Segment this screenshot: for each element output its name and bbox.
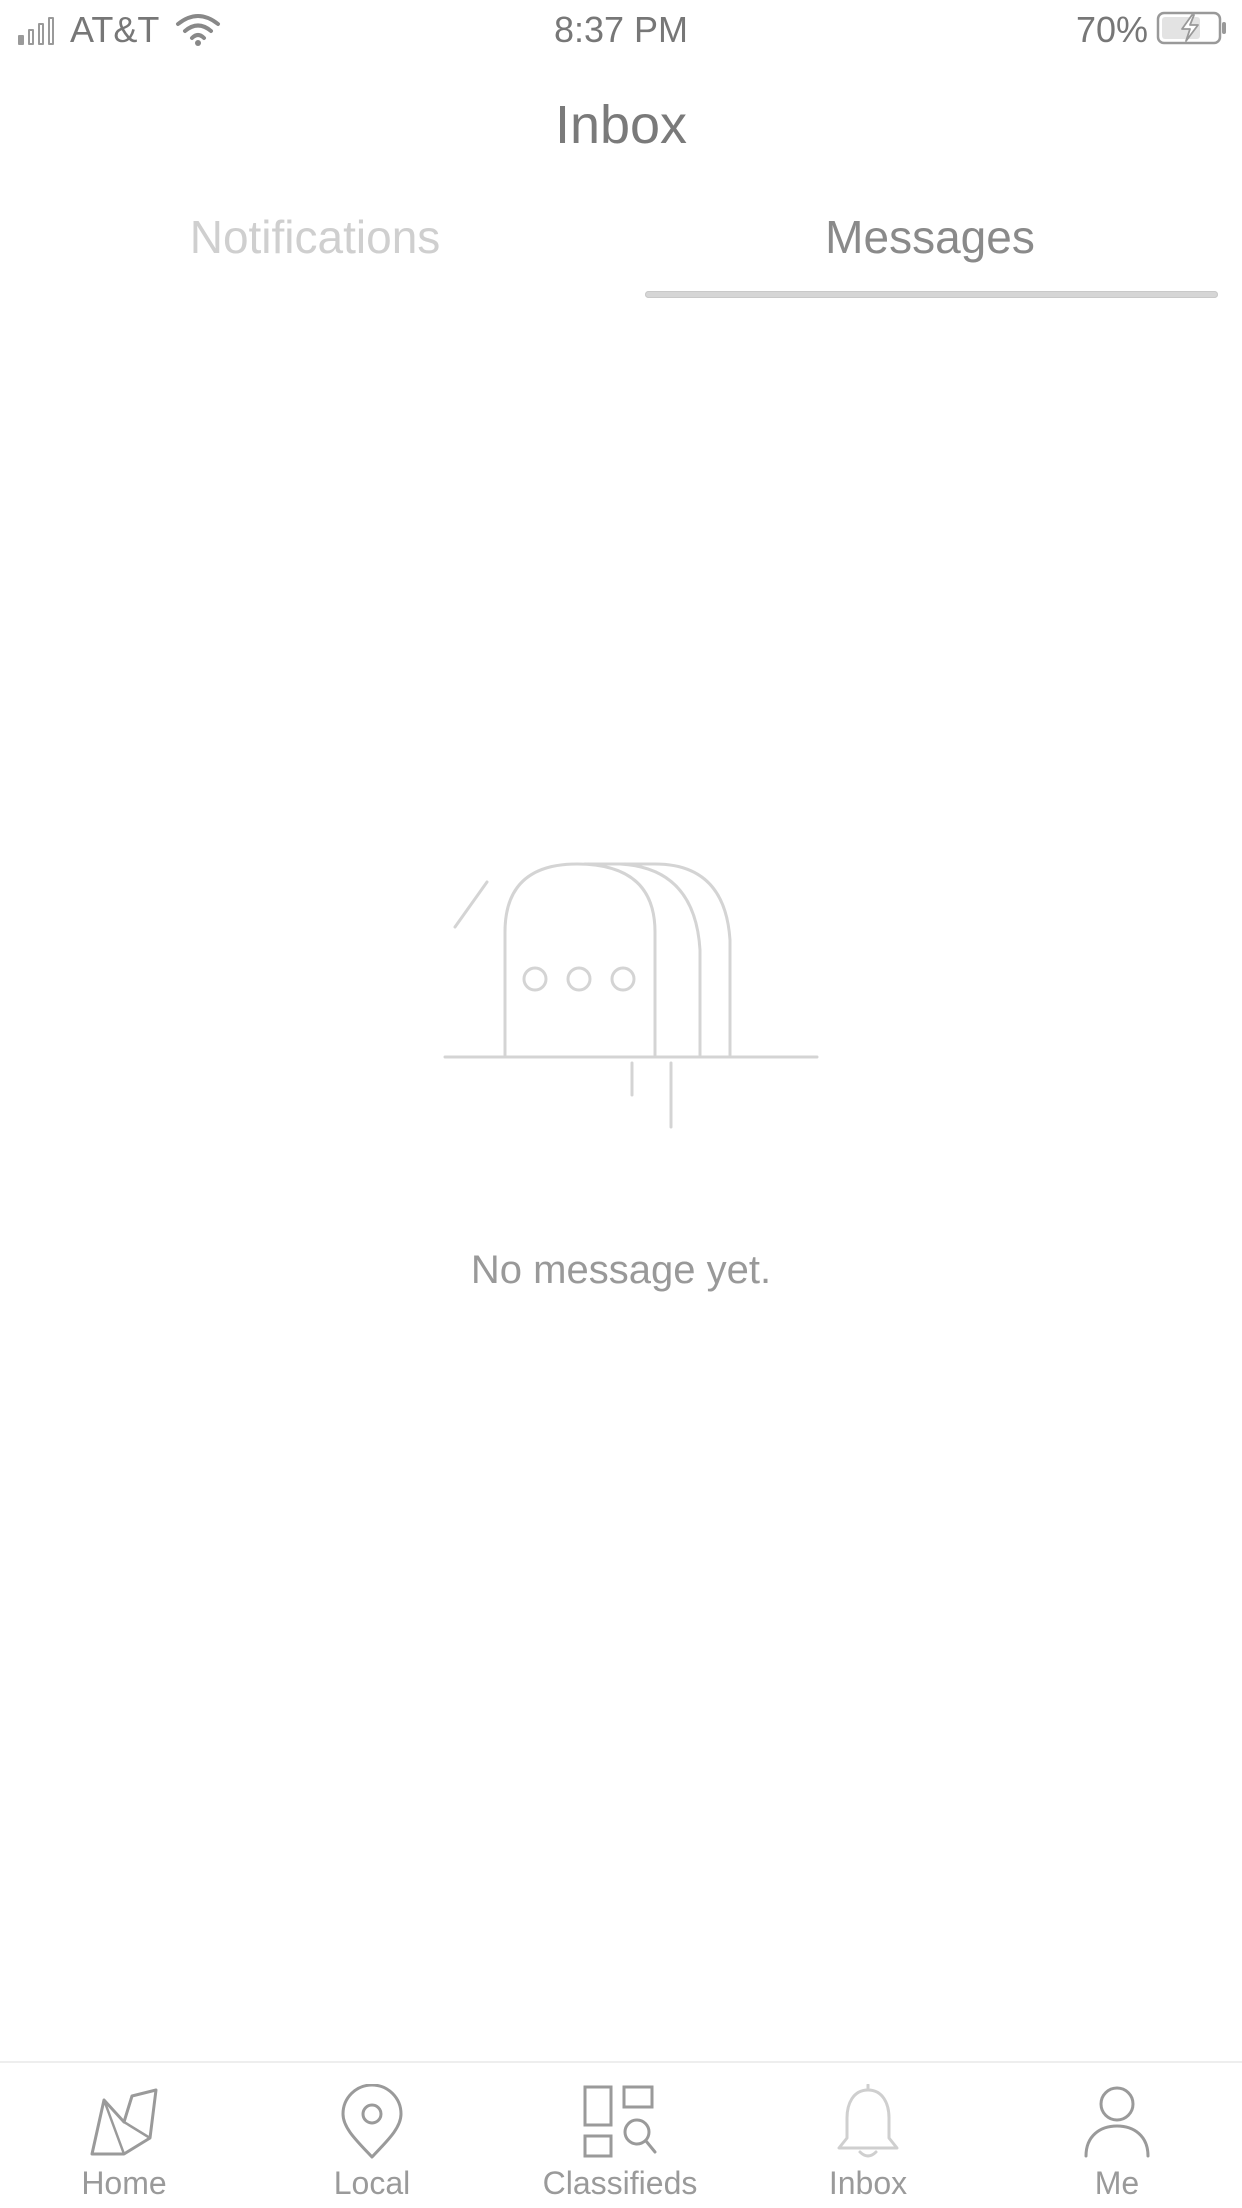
classifieds-search-icon	[496, 2079, 744, 2165]
nav-item-home[interactable]: Home	[0, 2063, 248, 2208]
active-tab-indicator	[645, 291, 1218, 298]
mailbox-icon	[435, 850, 825, 1140]
location-pin-icon	[248, 2079, 496, 2165]
empty-state-message: No message yet.	[470, 1248, 772, 1292]
battery-percentage: 70%	[1075, 9, 1148, 50]
tab-notifications[interactable]: Notifications	[30, 200, 600, 305]
battery-charging-icon	[1156, 10, 1228, 51]
inbox-tabs: Notifications Messages	[0, 200, 1242, 305]
map-icon	[0, 2079, 248, 2165]
page-title: Inbox	[554, 95, 688, 155]
nav-label-home: Home	[81, 2165, 167, 2201]
status-time: 8:37 PM	[553, 9, 689, 50]
nav-item-classifieds[interactable]: Classifieds	[496, 2063, 744, 2208]
nav-label-inbox: Inbox	[828, 2165, 908, 2201]
nav-label-local: Local	[333, 2165, 411, 2201]
status-right: 70%	[1076, 8, 1228, 52]
nav-item-local[interactable]: Local	[248, 2063, 496, 2208]
bell-icon	[744, 2079, 992, 2165]
tab-messages[interactable]: Messages	[645, 200, 1215, 305]
nav-item-inbox[interactable]: Inbox	[744, 2063, 992, 2208]
status-bar: AT&T 8:37 PM 70%	[0, 0, 1242, 60]
bottom-nav: Home Local Classifieds Inbox Me	[0, 2061, 1242, 2208]
person-icon	[992, 2079, 1242, 2165]
nav-item-me[interactable]: Me	[992, 2063, 1242, 2208]
nav-label-me: Me	[1094, 2165, 1140, 2201]
nav-label-classifieds: Classifieds	[542, 2165, 698, 2201]
